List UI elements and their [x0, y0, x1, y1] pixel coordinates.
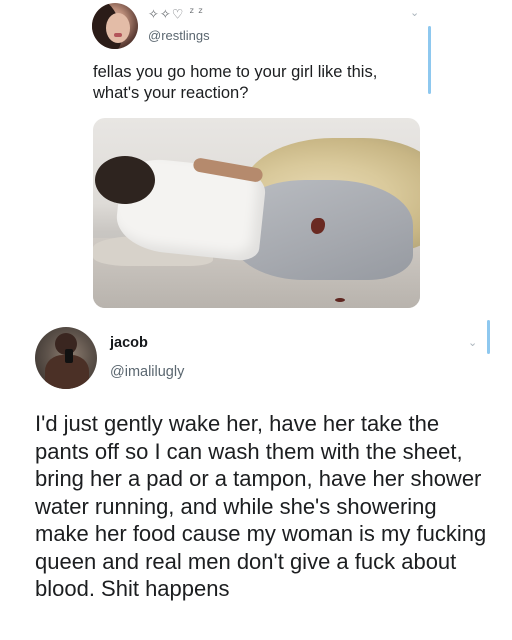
tweet2-text: I'd just gently wake her, have her take …: [35, 411, 487, 601]
avatar-restlings[interactable]: [92, 3, 138, 49]
display-name-emoji[interactable]: ✧✧♡ z z: [148, 6, 204, 22]
thread-line: [428, 26, 431, 94]
tweet1-handle[interactable]: @restlings: [148, 28, 210, 43]
chevron-down-icon[interactable]: ⌄: [410, 6, 419, 19]
tweet2-handle[interactable]: @imalilugly: [110, 364, 184, 380]
photo-stain-sheet: [335, 298, 345, 302]
tweet1-photo[interactable]: [93, 118, 420, 308]
avatar-jacob[interactable]: [35, 327, 97, 389]
chevron-down-icon[interactable]: ⌄: [468, 336, 477, 349]
avatar-face: [106, 13, 130, 43]
avatar-phone: [65, 349, 73, 363]
photo-hair: [95, 156, 155, 204]
sparkle-heart-emoji: ✧✧♡: [148, 7, 185, 23]
avatar-lips: [114, 33, 122, 37]
tweet1-text: fellas you go home to your girl like thi…: [93, 63, 378, 102]
sleep-emoji: z z: [189, 6, 204, 15]
tweet2-display-name[interactable]: jacob: [110, 335, 148, 351]
thread-line: [487, 320, 490, 354]
